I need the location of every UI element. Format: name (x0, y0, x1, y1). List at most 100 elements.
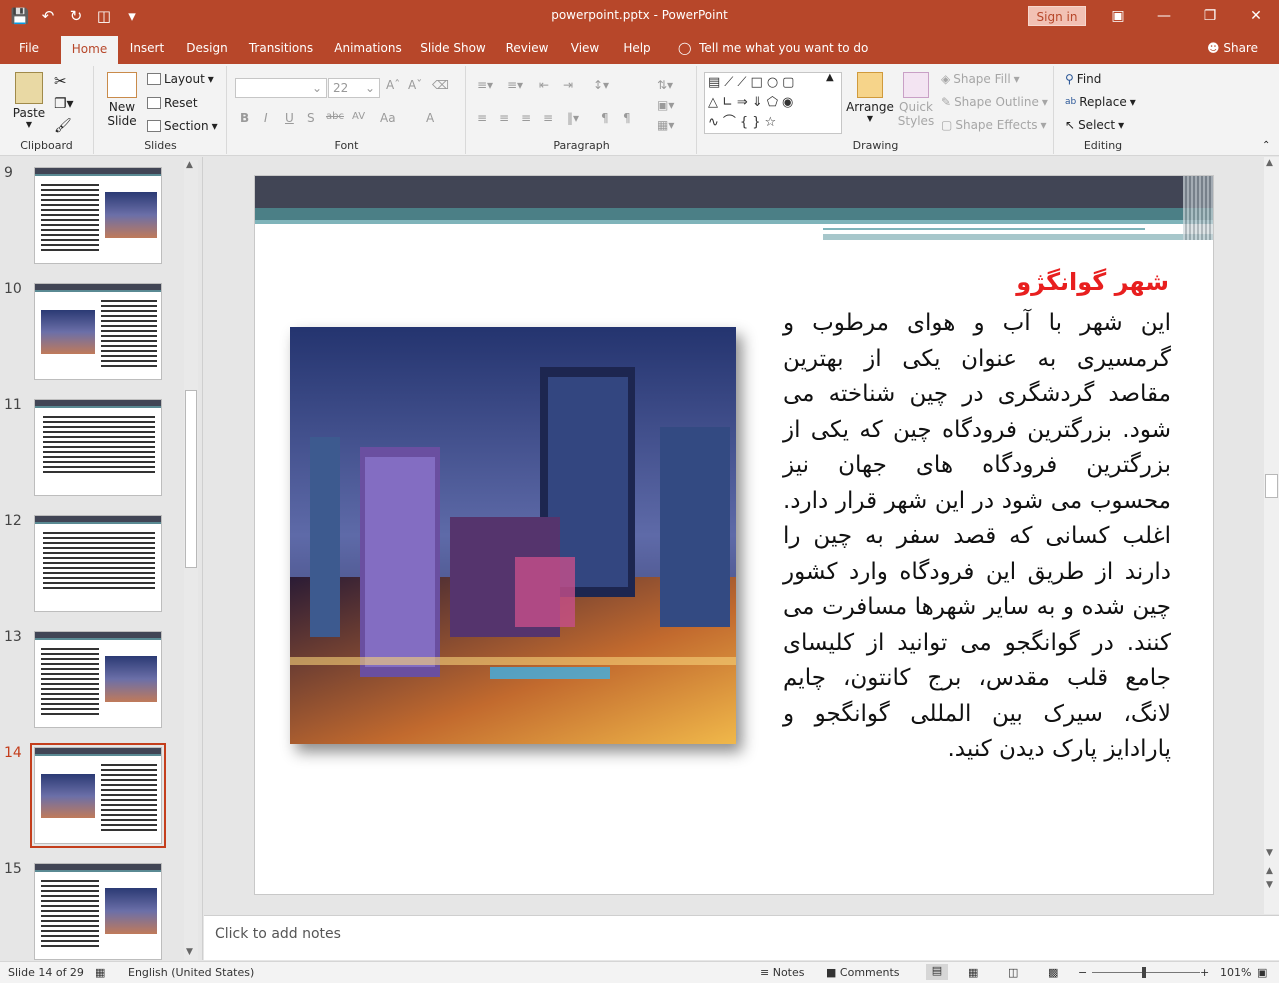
normal-view-icon[interactable]: ▤ (926, 964, 948, 980)
zoom-in-icon[interactable]: + (1200, 966, 1209, 979)
tab-animations[interactable]: Animations (330, 32, 406, 64)
numbering-icon[interactable]: ≡▾ (507, 78, 523, 92)
ribbon-display-icon[interactable]: ▣ (1095, 0, 1141, 32)
line-shape-icon[interactable]: ⟋ (724, 75, 737, 90)
clear-format-icon[interactable]: ⌫ (432, 78, 449, 92)
align-center-icon[interactable]: ≡ (499, 111, 509, 125)
font-color-button[interactable]: A (426, 111, 434, 125)
brace-left-shape-icon[interactable]: { (740, 115, 752, 130)
tab-review[interactable]: Review (500, 32, 554, 64)
char-spacing-button[interactable]: AV (352, 111, 365, 122)
increase-indent-icon[interactable]: ⇥ (563, 78, 573, 92)
quick-styles-button[interactable]: Quick Styles (896, 72, 936, 128)
slide-sorter-icon[interactable]: ▦ (968, 966, 978, 979)
thumbnail-scroll-thumb[interactable] (185, 390, 197, 568)
slide-scroll-down-icon[interactable]: ▼ (1266, 848, 1273, 858)
copy-icon[interactable]: ❐▾ (54, 96, 74, 112)
arrange-button[interactable]: Arrange ▼ (846, 72, 894, 123)
ltr-icon[interactable]: ¶ (623, 111, 631, 125)
slide-thumbnail[interactable] (34, 515, 162, 612)
curve-shape-icon[interactable]: ∿ (708, 115, 723, 130)
textbox-shape-icon[interactable]: ▤ (708, 75, 724, 90)
italic-button[interactable]: I (264, 111, 268, 125)
tab-file[interactable]: File (8, 32, 50, 64)
slide-scroll-up-icon[interactable]: ▲ (1266, 158, 1273, 168)
tab-home[interactable]: Home (61, 36, 118, 64)
share-button[interactable]: ☻ Share (1207, 32, 1258, 64)
new-slide-button[interactable]: New Slide (103, 72, 141, 128)
comments-button[interactable]: ■ Comments (826, 966, 900, 979)
rtl-icon[interactable]: ¶ (601, 111, 609, 125)
shadow-button[interactable]: S (307, 111, 315, 125)
arc-shape-icon[interactable]: ⌒ (723, 115, 740, 130)
fit-to-window-icon[interactable]: ▣ (1257, 966, 1267, 979)
zoom-level[interactable]: 101% (1220, 966, 1251, 979)
pentagon-shape-icon[interactable]: ⬠ (767, 95, 782, 110)
align-left-icon[interactable]: ≡ (477, 111, 487, 125)
section-button[interactable]: Section ▾ (147, 119, 218, 133)
find-button[interactable]: ⚲ Find (1065, 72, 1101, 86)
slide-thumbnail[interactable] (34, 631, 162, 728)
align-text-icon[interactable]: ▣▾ (657, 98, 674, 112)
select-button[interactable]: ↖ Select ▾ (1065, 118, 1124, 132)
tab-design[interactable]: Design (181, 32, 233, 64)
bullets-icon[interactable]: ≡▾ (477, 78, 493, 92)
notes-button[interactable]: ≡ Notes (760, 966, 805, 979)
spellcheck-icon[interactable]: ▦ (95, 966, 105, 979)
tab-insert[interactable]: Insert (124, 32, 170, 64)
font-name-combo[interactable]: ⌄ (235, 78, 327, 98)
slide-thumbnail[interactable] (34, 863, 162, 960)
brace-right-shape-icon[interactable]: } (752, 115, 764, 130)
tell-me-box[interactable]: ◯ Tell me what you want to do (678, 32, 868, 64)
line2-shape-icon[interactable]: ⟋ (737, 75, 750, 90)
previous-slide-icon[interactable]: ▲ (1266, 866, 1273, 876)
arrow-down-shape-icon[interactable]: ⇓ (752, 95, 767, 110)
close-icon[interactable]: ✕ (1233, 0, 1279, 32)
format-painter-icon[interactable]: 🖌 (54, 118, 72, 134)
slide-thumbnail[interactable] (34, 283, 162, 380)
reset-button[interactable]: Reset (147, 96, 198, 110)
change-case-button[interactable]: Aa (380, 111, 396, 125)
zoom-slider-handle[interactable] (1142, 967, 1146, 978)
language-indicator[interactable]: English (United States) (128, 966, 254, 979)
decrease-indent-icon[interactable]: ⇤ (539, 78, 549, 92)
slide-thumbnail[interactable] (34, 399, 162, 496)
restore-icon[interactable]: ❐ (1187, 0, 1233, 32)
tab-transitions[interactable]: Transitions (244, 32, 318, 64)
shrink-font-icon[interactable]: Aˇ (408, 78, 422, 92)
rounded-rect-shape-icon[interactable]: ▢ (782, 75, 798, 90)
scroll-up-icon[interactable]: ▲ (186, 160, 193, 170)
columns-icon[interactable]: ‖▾ (567, 111, 579, 125)
sign-in-button[interactable]: Sign in (1028, 6, 1086, 26)
line-spacing-icon[interactable]: ↕▾ (593, 78, 609, 92)
collapse-ribbon-icon[interactable]: ⌃ (1262, 140, 1270, 151)
justify-icon[interactable]: ≡ (543, 111, 553, 125)
arrow-right-shape-icon[interactable]: ⇒ (737, 95, 752, 110)
tab-slide-show[interactable]: Slide Show (418, 32, 488, 64)
connector-shape-icon[interactable]: ∟ (722, 95, 737, 110)
gallery-more-icon[interactable]: ▲ (826, 72, 834, 83)
oval-shape-icon[interactable]: ○ (767, 75, 782, 90)
strikethrough-button[interactable]: abc (326, 111, 344, 122)
star-shape-icon[interactable]: ☆ (764, 115, 780, 130)
reading-view-icon[interactable]: ◫ (1008, 966, 1018, 979)
replace-button[interactable]: ab Replace ▾ (1065, 95, 1136, 109)
notes-pane[interactable]: Click to add notes (204, 915, 1279, 960)
slide-thumbnail[interactable] (30, 743, 166, 848)
tab-help[interactable]: Help (616, 32, 658, 64)
zoom-out-icon[interactable]: − (1078, 966, 1087, 979)
triangle-shape-icon[interactable]: △ (708, 95, 722, 110)
slide-thumbnail[interactable] (34, 167, 162, 264)
underline-button[interactable]: U (285, 111, 294, 125)
layout-button[interactable]: Layout ▾ (147, 72, 214, 86)
font-size-combo[interactable]: 22 ⌄ (328, 78, 380, 98)
shape-effects-button[interactable]: ▢ Shape Effects ▾ (941, 118, 1047, 132)
callout-shape-icon[interactable]: ◉ (782, 95, 797, 110)
slideshow-view-icon[interactable]: ▩ (1048, 966, 1058, 979)
slide-body-text[interactable]: این شهر با آب و هوای مرطوب و گرمسیری به … (783, 306, 1171, 768)
city-night-photo[interactable] (290, 327, 736, 744)
rectangle-shape-icon[interactable]: □ (751, 75, 767, 90)
align-right-icon[interactable]: ≡ (521, 111, 531, 125)
slide-scroll-thumb[interactable] (1265, 474, 1278, 498)
tab-view[interactable]: View (566, 32, 604, 64)
